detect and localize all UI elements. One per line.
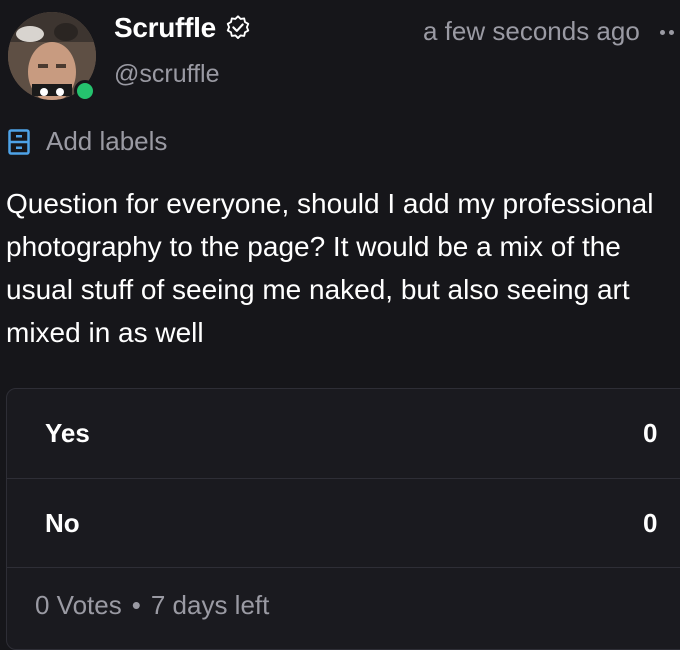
poll-vote-count: 0 Votes bbox=[35, 590, 122, 620]
poll-separator: • bbox=[131, 590, 141, 620]
post-body: Question for everyone, should I add my p… bbox=[6, 188, 654, 348]
poll-option-count: 0 bbox=[643, 507, 658, 538]
poll-option-no[interactable]: No 0 bbox=[7, 478, 680, 567]
author-handle[interactable]: @scruffle bbox=[114, 60, 220, 89]
poll-option-label: Yes bbox=[45, 417, 90, 448]
label-drawer-icon bbox=[8, 128, 30, 155]
more-options-button[interactable] bbox=[660, 30, 674, 35]
author-display-name[interactable]: Scruffle bbox=[114, 12, 216, 44]
poll-summary: 0 Votes • 7 days left bbox=[35, 590, 269, 621]
more-dot bbox=[660, 30, 665, 35]
poll-option-yes[interactable]: Yes 0 bbox=[7, 389, 680, 477]
poll-footer: 0 Votes • 7 days left bbox=[7, 567, 680, 650]
add-labels-label: Add labels bbox=[46, 126, 168, 156]
poll-option-count: 0 bbox=[643, 417, 658, 448]
author-name-row: Scruffle bbox=[114, 12, 252, 44]
add-labels-button[interactable]: Add labels bbox=[8, 126, 167, 157]
online-status-indicator bbox=[74, 80, 96, 102]
poll: Yes 0 No 0 0 Votes • 7 days left bbox=[6, 388, 680, 650]
more-dot bbox=[669, 30, 674, 35]
post-timestamp: a few seconds ago bbox=[423, 16, 640, 46]
poll-option-label: No bbox=[45, 507, 80, 538]
poll-time-left: 7 days left bbox=[150, 590, 270, 620]
verified-badge-icon bbox=[226, 15, 250, 39]
